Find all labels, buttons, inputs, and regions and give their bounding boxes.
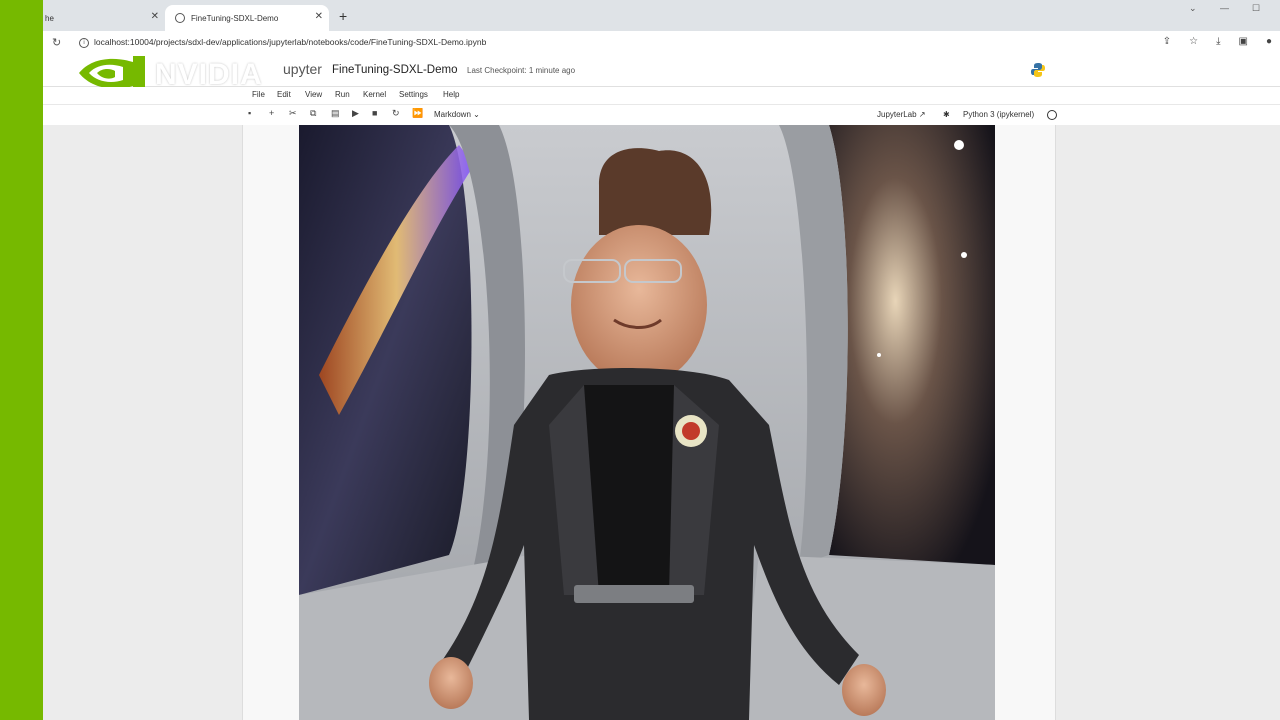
tab-search-icon[interactable]: ⌄ [1189,3,1197,14]
menu-settings[interactable]: Settings [399,90,428,99]
close-icon[interactable]: ✕ [151,11,159,22]
side-panel-icon[interactable]: ▣ [1239,36,1248,47]
url-field[interactable]: localhost:10004/projects/sdxl-dev/applic… [94,37,486,47]
notebook-title[interactable]: FineTuning-SDXL-Demo [332,64,457,76]
brand-sidebar-strip [0,0,43,720]
cell-type-label: Markdown [434,110,471,119]
jupyterlab-link-label: JupyterLab [877,110,917,119]
browser-tab-active[interactable]: FineTuning-SDXL-Demo ✕ [165,5,329,31]
tab-label: FineTuning-SDXL-Demo [191,13,279,23]
download-icon[interactable]: ⤓ [1216,36,1220,47]
menu-help[interactable]: Help [443,90,459,99]
restart-icon[interactable]: ↻ [392,108,400,119]
new-tab-button[interactable]: + [339,8,347,24]
kernel-name[interactable]: Python 3 (ipykernel) [963,110,1034,119]
paste-icon[interactable]: ▤ [331,108,340,119]
tab-label: he [45,13,54,23]
maximize-icon[interactable]: ☐ [1252,3,1260,14]
jupyter-header: NVIDIA upyter FineTuning-SDXL-Demo Last … [43,56,1280,91]
menu-bar: File Edit View Run Kernel Settings Help [43,87,1280,104]
menu-kernel[interactable]: Kernel [363,90,386,99]
bookmark-star-icon[interactable]: ☆ [1189,36,1198,47]
cell-type-select[interactable]: Markdown ⌄ [434,110,480,119]
stop-icon[interactable]: ■ [372,108,377,118]
share-icon[interactable]: ⇪ [1163,36,1171,47]
menu-edit[interactable]: Edit [277,90,291,99]
notebook-toolbar: ▪ + ✂ ⧉ ▤ ▶ ■ ↻ ⏩ Markdown ⌄ JupyterLab … [43,104,1280,126]
browser-tab-inactive[interactable]: he ✕ [43,5,165,31]
close-icon[interactable]: ✕ [315,11,323,22]
python-logo-icon [1031,63,1045,77]
reload-icon[interactable]: ↻ [52,36,61,49]
cut-icon[interactable]: ✂ [289,108,297,119]
browser-tabstrip: he ✕ FineTuning-SDXL-Demo ✕ + ⌄ — ☐ [43,0,1280,31]
notebook-main-area [43,125,1280,720]
menu-file[interactable]: File [252,90,265,99]
jupyter-logo-text: upyter [283,61,322,77]
chevron-down-icon: ⌄ [473,110,480,119]
jupyterlab-link[interactable]: JupyterLab ↗ [877,110,926,119]
generated-image-output [299,125,995,720]
add-cell-icon[interactable]: + [269,108,274,118]
save-icon[interactable]: ▪ [248,108,251,118]
address-bar: ↻ i localhost:10004/projects/sdxl-dev/ap… [43,31,1280,56]
menu-run[interactable]: Run [335,90,350,99]
globe-icon [175,13,185,23]
info-icon[interactable]: i [79,38,89,48]
run-icon[interactable]: ▶ [352,108,359,119]
kernel-status-icon [1047,110,1057,120]
gear-icon[interactable]: ✱ [943,110,950,119]
external-link-icon: ↗ [918,110,926,119]
checkpoint-status: Last Checkpoint: 1 minute ago [467,66,576,75]
profile-icon[interactable]: ● [1266,36,1272,47]
menu-view[interactable]: View [305,90,322,99]
fast-forward-icon[interactable]: ⏩ [412,108,423,119]
minimize-icon[interactable]: — [1220,3,1229,13]
copy-icon[interactable]: ⧉ [310,108,316,119]
